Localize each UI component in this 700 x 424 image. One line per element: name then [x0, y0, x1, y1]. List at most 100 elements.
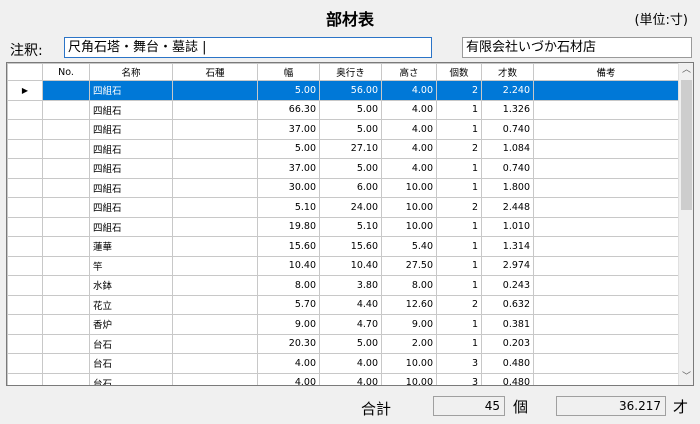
cell-depth[interactable]: 5.10: [319, 216, 382, 237]
table-row[interactable]: 四組石 66.30 5.00 4.00 1 1.326: [7, 99, 679, 120]
cell-depth[interactable]: 5.00: [319, 158, 382, 179]
cell-width[interactable]: 37.00: [257, 119, 320, 140]
cell-stone[interactable]: [172, 255, 258, 276]
table-row[interactable]: 四組石 5.10 24.00 10.00 2 2.448: [7, 197, 679, 218]
cell-stone[interactable]: [172, 353, 258, 374]
cell-width[interactable]: 5.70: [257, 294, 320, 315]
cell-name[interactable]: 四組石: [89, 216, 173, 237]
cell-sai[interactable]: 0.740: [481, 119, 534, 140]
cell-stone[interactable]: [172, 99, 258, 120]
cell-name[interactable]: 台石: [89, 333, 173, 354]
cell-name[interactable]: 蓮華: [89, 236, 173, 257]
cell-no[interactable]: [42, 353, 90, 374]
cell-count[interactable]: 1: [436, 158, 482, 179]
cell-note[interactable]: [533, 177, 679, 198]
cell-height[interactable]: 4.00: [381, 119, 437, 140]
cell-sai[interactable]: 0.740: [481, 158, 534, 179]
cell-no[interactable]: [42, 275, 90, 296]
table-row[interactable]: 香炉 9.00 4.70 9.00 1 0.381: [7, 314, 679, 335]
cell-no[interactable]: [42, 255, 90, 276]
cell-height[interactable]: 10.00: [381, 177, 437, 198]
row-header[interactable]: [7, 119, 43, 140]
cell-depth[interactable]: 4.00: [319, 372, 382, 385]
cell-note[interactable]: [533, 138, 679, 159]
cell-note[interactable]: [533, 80, 679, 101]
cell-stone[interactable]: [172, 216, 258, 237]
cell-note[interactable]: [533, 197, 679, 218]
cell-count[interactable]: 1: [436, 275, 482, 296]
column-header[interactable]: 幅: [257, 63, 320, 81]
table-row[interactable]: 四組石 37.00 5.00 4.00 1 0.740: [7, 158, 679, 179]
table-row[interactable]: 四組石 5.00 27.10 4.00 2 1.084: [7, 138, 679, 159]
cell-count[interactable]: 1: [436, 236, 482, 257]
row-header[interactable]: [7, 275, 43, 296]
column-header[interactable]: 才数: [481, 63, 534, 81]
row-header[interactable]: [7, 99, 43, 120]
cell-height[interactable]: 10.00: [381, 197, 437, 218]
column-header[interactable]: 個数: [436, 63, 482, 81]
company-field[interactable]: 有限会社いづか石材店: [462, 37, 692, 58]
cell-no[interactable]: [42, 177, 90, 198]
cell-width[interactable]: 4.00: [257, 353, 320, 374]
cell-count[interactable]: 1: [436, 216, 482, 237]
cell-height[interactable]: 2.00: [381, 333, 437, 354]
cell-stone[interactable]: [172, 119, 258, 140]
cell-name[interactable]: 竿: [89, 255, 173, 276]
cell-no[interactable]: [42, 216, 90, 237]
column-header[interactable]: 備考: [533, 63, 679, 81]
cell-height[interactable]: 10.00: [381, 353, 437, 374]
cell-width[interactable]: 9.00: [257, 314, 320, 335]
cell-stone[interactable]: [172, 158, 258, 179]
cell-note[interactable]: [533, 294, 679, 315]
row-header[interactable]: [7, 177, 43, 198]
row-header[interactable]: [7, 353, 43, 374]
cell-width[interactable]: 5.00: [257, 138, 320, 159]
cell-name[interactable]: 水鉢: [89, 275, 173, 296]
cell-sai[interactable]: 1.010: [481, 216, 534, 237]
cell-no[interactable]: [42, 197, 90, 218]
table-row[interactable]: 花立 5.70 4.40 12.60 2 0.632: [7, 294, 679, 315]
cell-stone[interactable]: [172, 333, 258, 354]
column-header[interactable]: 高さ: [381, 63, 437, 81]
cell-width[interactable]: 20.30: [257, 333, 320, 354]
cell-height[interactable]: 10.00: [381, 216, 437, 237]
cell-width[interactable]: 30.00: [257, 177, 320, 198]
cell-stone[interactable]: [172, 138, 258, 159]
column-header[interactable]: 奥行き: [319, 63, 382, 81]
row-header[interactable]: [7, 158, 43, 179]
cell-note[interactable]: [533, 236, 679, 257]
row-header[interactable]: [7, 294, 43, 315]
cell-no[interactable]: [42, 294, 90, 315]
cell-stone[interactable]: [172, 80, 258, 101]
cell-count[interactable]: 3: [436, 372, 482, 385]
cell-height[interactable]: 12.60: [381, 294, 437, 315]
cell-note[interactable]: [533, 119, 679, 140]
cell-count[interactable]: 1: [436, 255, 482, 276]
cell-width[interactable]: 8.00: [257, 275, 320, 296]
cell-stone[interactable]: [172, 372, 258, 385]
cell-height[interactable]: 4.00: [381, 99, 437, 120]
cell-stone[interactable]: [172, 236, 258, 257]
cell-depth[interactable]: 5.00: [319, 333, 382, 354]
cell-sai[interactable]: 0.381: [481, 314, 534, 335]
column-header[interactable]: No.: [42, 63, 90, 81]
cell-count[interactable]: 3: [436, 353, 482, 374]
cell-sai[interactable]: 1.800: [481, 177, 534, 198]
cell-no[interactable]: [42, 119, 90, 140]
cell-height[interactable]: 4.00: [381, 158, 437, 179]
cell-width[interactable]: 10.40: [257, 255, 320, 276]
cell-stone[interactable]: [172, 294, 258, 315]
cell-height[interactable]: 27.50: [381, 255, 437, 276]
cell-no[interactable]: [42, 99, 90, 120]
cell-stone[interactable]: [172, 197, 258, 218]
cell-sai[interactable]: 1.314: [481, 236, 534, 257]
row-header[interactable]: [7, 333, 43, 354]
cell-depth[interactable]: 6.00: [319, 177, 382, 198]
cell-stone[interactable]: [172, 275, 258, 296]
table-row[interactable]: 四組石 30.00 6.00 10.00 1 1.800: [7, 177, 679, 198]
row-header[interactable]: [7, 216, 43, 237]
chevron-up-icon[interactable]: ︿: [679, 63, 693, 78]
chevron-down-icon[interactable]: ﹀: [679, 370, 693, 385]
cell-name[interactable]: 花立: [89, 294, 173, 315]
cell-no[interactable]: [42, 158, 90, 179]
